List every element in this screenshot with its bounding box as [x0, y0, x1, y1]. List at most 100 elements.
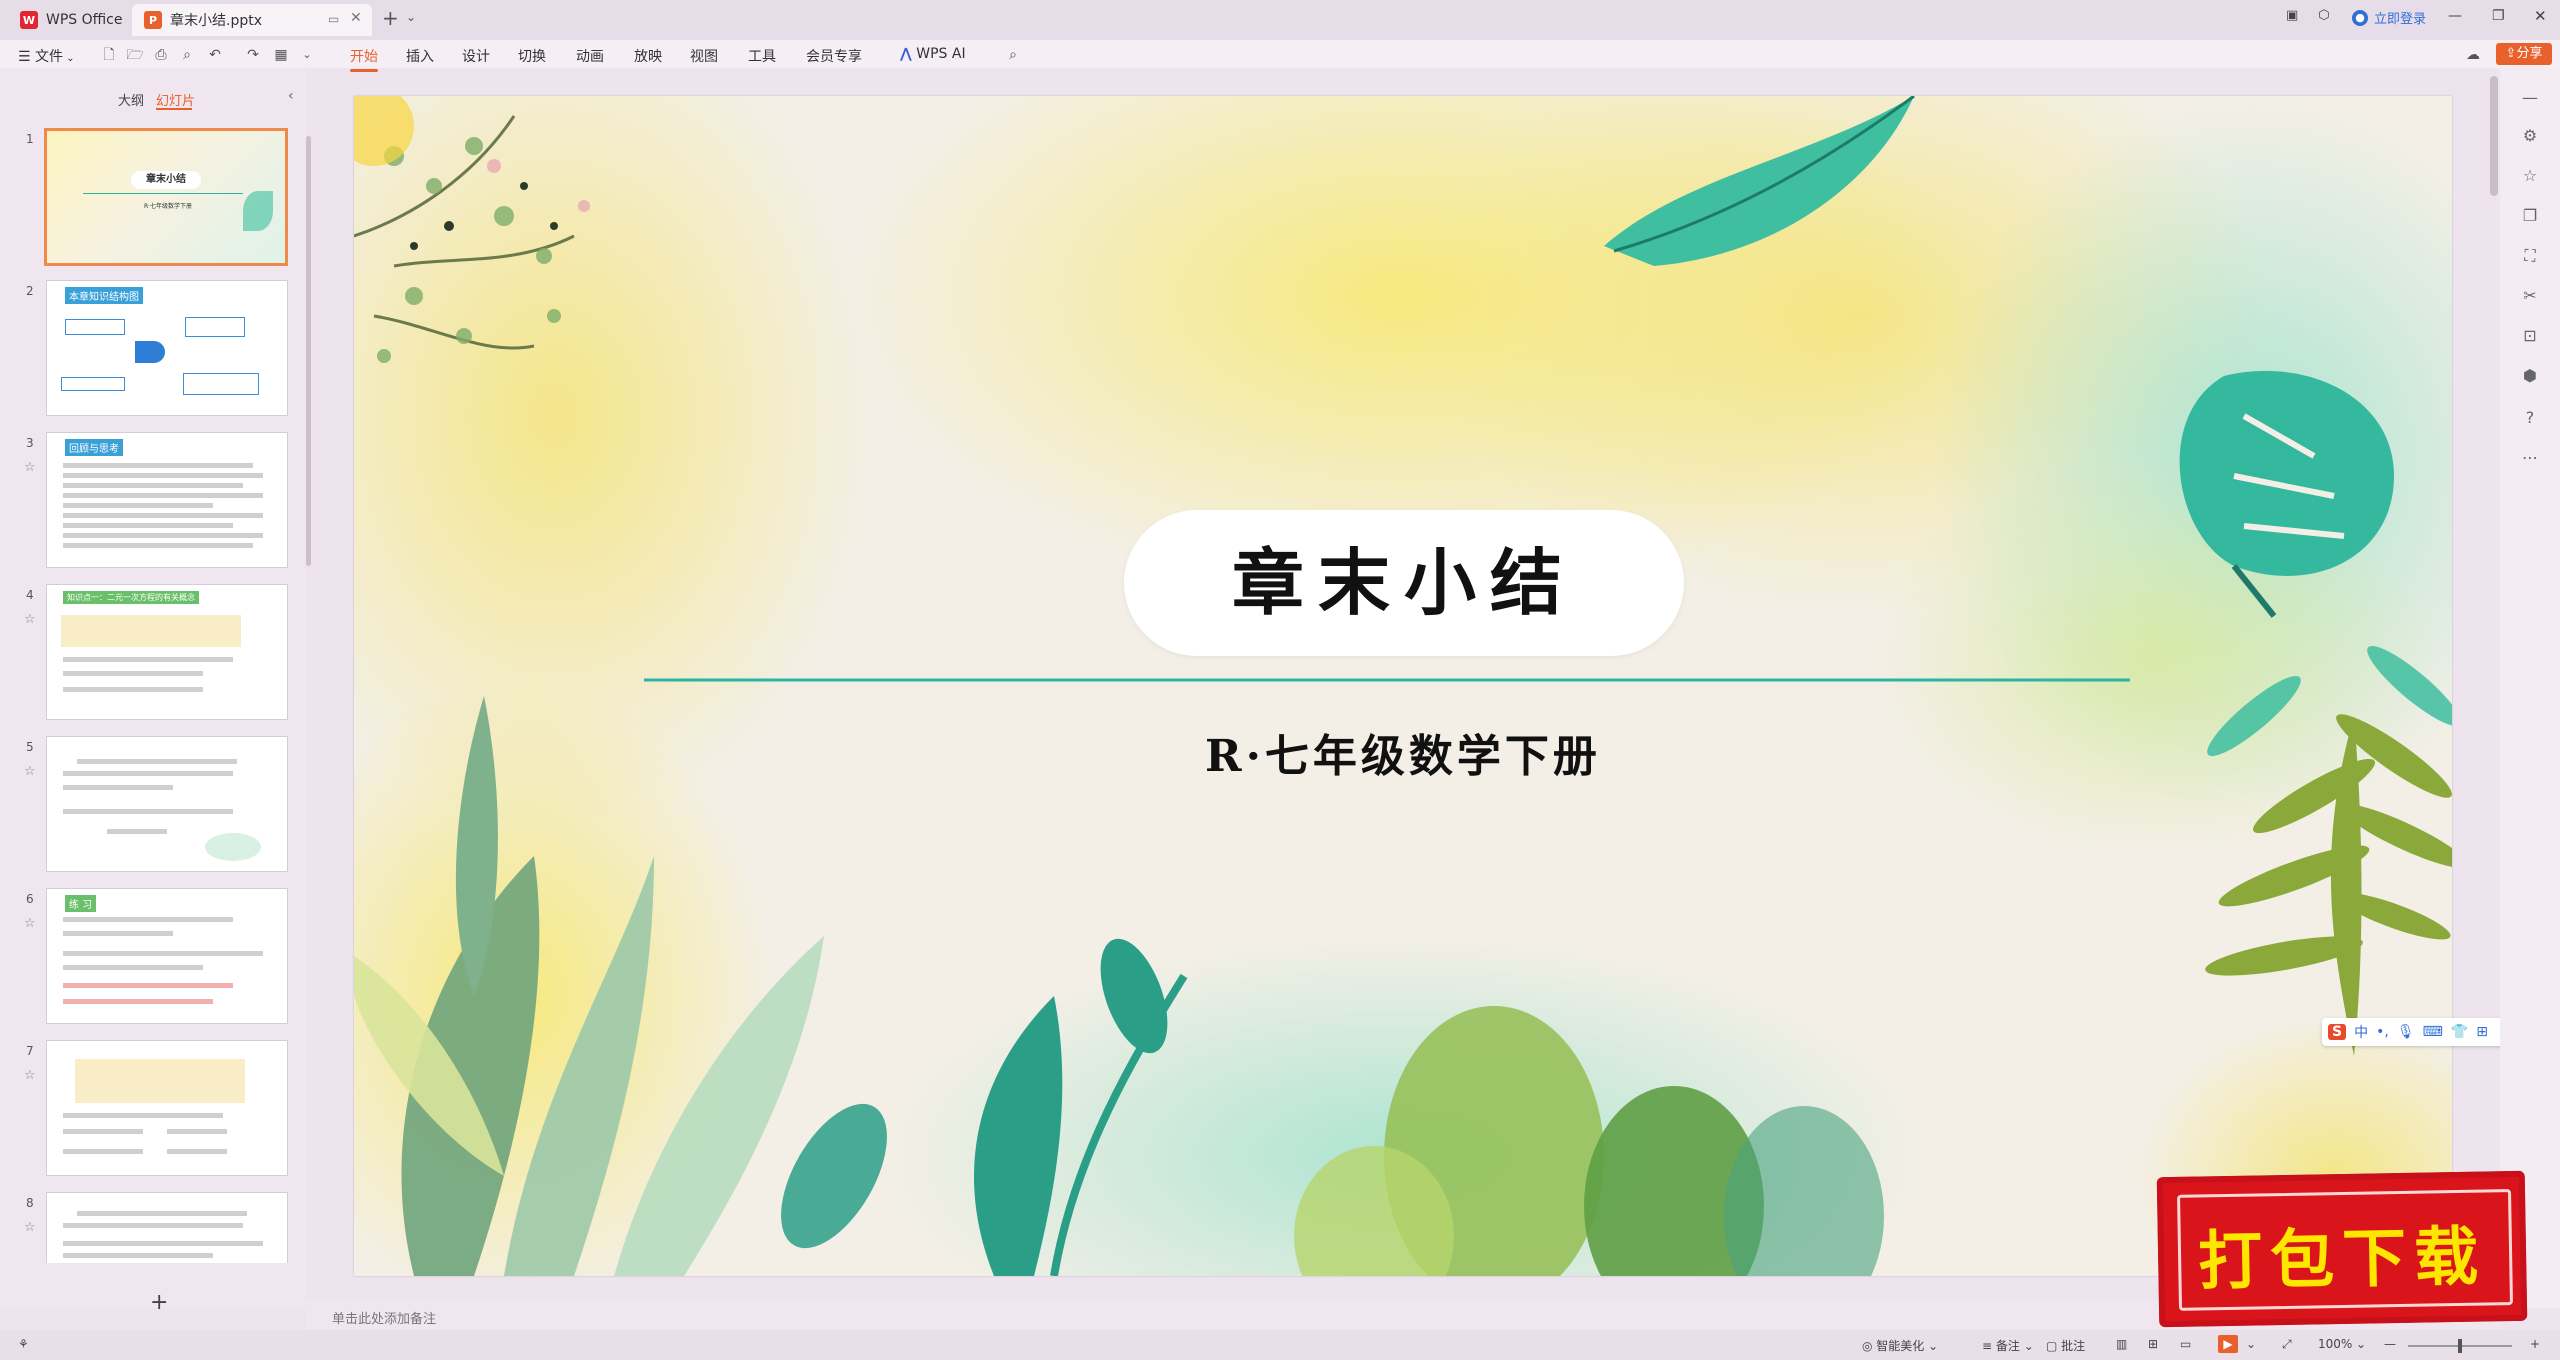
share-button[interactable]: ⇪分享 [2496, 43, 2552, 65]
print-preview-icon[interactable]: ⌕ [178, 46, 196, 64]
adjust-icon[interactable]: ⚙ [2520, 126, 2540, 146]
copy-icon[interactable]: ❐ [2520, 206, 2540, 226]
minimize-icon[interactable]: — [2448, 8, 2462, 24]
minimize-pane-icon[interactable]: — [2520, 88, 2540, 108]
zoom-level[interactable]: 100% [2318, 1337, 2352, 1351]
tools-icon[interactable]: ✂ [2520, 286, 2540, 306]
menu-transitions[interactable]: 切换 [518, 46, 546, 66]
star-icon[interactable]: ☆ [24, 916, 36, 931]
tab-label: 章末小结.pptx [170, 13, 262, 29]
tab-outline[interactable]: 大纲 [118, 90, 144, 109]
slide-thumbnail-5[interactable] [46, 736, 288, 872]
menu-animation[interactable]: 动画 [576, 46, 604, 66]
keyboard-icon[interactable]: ⌨ [2423, 1024, 2443, 1040]
menu-member[interactable]: 会员专享 [806, 46, 862, 66]
menu-design[interactable]: 设计 [462, 46, 490, 66]
slide-thumbnail-3[interactable]: 回顾与思考 [46, 432, 288, 568]
microphone-icon[interactable]: 🎙 [2397, 1024, 2415, 1040]
add-slide-button[interactable]: + [150, 1290, 168, 1315]
star-icon[interactable]: ☆ [24, 1068, 36, 1083]
panel-scrollbar[interactable] [306, 136, 311, 566]
menu-view[interactable]: 视图 [690, 46, 718, 66]
notes-toggle[interactable]: ≡ 备注 ⌄ [1982, 1337, 2034, 1354]
slide-subtitle[interactable]: R·七年级数学下册 [1103, 720, 1703, 784]
menu-slideshow[interactable]: 放映 [634, 46, 662, 66]
accessibility-icon[interactable]: ⚘ [18, 1337, 29, 1351]
redo-icon[interactable]: ↷ [244, 46, 262, 64]
text-line [77, 1211, 247, 1216]
punctuation-icon[interactable]: •, [2376, 1024, 2389, 1040]
more-icon[interactable]: ⋯ [2520, 448, 2540, 468]
zoom-dropdown-icon[interactable]: ⌄ [2356, 1337, 2366, 1351]
ime-language[interactable]: 中 [2354, 1022, 2368, 1042]
comments-toggle[interactable]: ▢ 批注 [2046, 1337, 2085, 1354]
menu-tools[interactable]: 工具 [748, 46, 776, 66]
play-slideshow-icon[interactable]: ▶ [2218, 1335, 2238, 1353]
image-edit-icon[interactable]: ⛶ [2520, 246, 2540, 266]
slide-thumbnail-8[interactable] [46, 1192, 288, 1263]
text-line [63, 951, 263, 956]
slide-title[interactable]: 章末小结 [1124, 510, 1684, 656]
star-icon[interactable]: ☆ [24, 460, 36, 475]
star-icon[interactable]: ☆ [24, 1220, 36, 1235]
fit-window-icon[interactable]: ⤢ [2282, 1337, 2292, 1352]
editor-scrollbar[interactable] [2490, 76, 2498, 196]
slide-canvas[interactable]: 章末小结 R·七年级数学下册 [354, 96, 2452, 1276]
text-line [63, 657, 233, 662]
ime-toolbar[interactable]: S 中 •, 🎙 ⌨ 👕 ⊞ [2322, 1018, 2528, 1046]
star-icon[interactable]: ☆ [2520, 166, 2540, 186]
tab-slides[interactable]: 幻灯片 [156, 90, 195, 109]
star-icon[interactable]: ☆ [24, 612, 36, 627]
cube-icon[interactable]: ⬡ [2318, 8, 2329, 23]
wps-ai-button[interactable]: ⋀ WPS AI [900, 46, 966, 62]
zoom-in-icon[interactable]: + [2530, 1337, 2540, 1351]
slide-thumbnail-7[interactable] [46, 1040, 288, 1176]
smart-beautify-button[interactable]: ◎ 智能美化 ⌄ [1862, 1337, 1938, 1354]
download-stamp[interactable]: 打包下载 [2156, 1170, 2528, 1328]
slide-thumbnail-4[interactable]: 知识点一：二元一次方程的有关概念 [46, 584, 288, 720]
slide-thumbnail-6[interactable]: 练 习 [46, 888, 288, 1024]
chevron-down-icon[interactable]: ⌄ [2246, 1337, 2256, 1351]
chevron-down-icon[interactable]: ⌄ [406, 10, 416, 24]
layout-icon[interactable]: ▣ [2286, 8, 2298, 23]
menu-insert[interactable]: 插入 [406, 46, 434, 66]
zoom-slider-handle[interactable] [2458, 1339, 2462, 1353]
reading-view-icon[interactable]: ▭ [2180, 1337, 2191, 1351]
grid-icon[interactable]: ⊞ [2476, 1024, 2488, 1040]
text-line [63, 533, 263, 538]
login-link[interactable]: 立即登录 [2374, 8, 2426, 27]
monitor-icon[interactable]: ▭ [328, 12, 339, 26]
help-icon[interactable]: ? [2520, 408, 2540, 428]
status-bar: ⚘ ◎ 智能美化 ⌄ ≡ 备注 ⌄ ▢ 批注 ▥ ⊞ ▭ ▶ ⌄ ⤢ 100% … [0, 1330, 2560, 1360]
slide-sorter-icon[interactable]: ⊞ [2148, 1337, 2158, 1351]
undo-icon[interactable]: ↶ [206, 46, 224, 64]
shirt-icon[interactable]: ⬢ [2520, 366, 2540, 386]
diagram-box [183, 373, 259, 395]
login-area[interactable]: ● 立即登录 [2352, 8, 2426, 27]
cloud-sync-icon[interactable]: ☁ [2464, 46, 2482, 64]
file-menu[interactable]: ☰ 文件 ⌄ [18, 46, 75, 66]
more-tools-chevron-icon[interactable]: ⌄ [298, 46, 316, 64]
print-icon[interactable]: ⎙ [152, 46, 170, 64]
callout-bubble [205, 833, 261, 861]
slide-thumbnail-2[interactable]: 本章知识结构图 [46, 280, 288, 416]
restore-icon[interactable]: ❐ [2492, 8, 2505, 24]
new-tab-icon[interactable]: + [382, 6, 399, 30]
star-icon[interactable]: ☆ [24, 764, 36, 779]
menu-home[interactable]: 开始 [350, 46, 378, 72]
collapse-panel-icon[interactable]: ‹ [288, 88, 294, 104]
normal-view-icon[interactable]: ▥ [2116, 1337, 2127, 1351]
shirt-icon[interactable]: 👕 [2451, 1024, 2468, 1040]
search-icon[interactable]: ⌕ [1004, 46, 1022, 64]
notes-placeholder[interactable]: 单击此处添加备注 [332, 1308, 436, 1327]
new-file-icon[interactable]: 🗋 [100, 46, 118, 64]
folder-open-icon[interactable]: 🗁 [126, 46, 144, 64]
zoom-out-icon[interactable]: — [2384, 1337, 2396, 1351]
slide-thumbnail-1[interactable]: 章末小结 R·七年级数学下册 [44, 128, 288, 266]
tab-document[interactable]: P 章末小结.pptx ▭ ✕ [132, 4, 372, 36]
book-icon[interactable]: ⊡ [2520, 326, 2540, 346]
close-tab-icon[interactable]: ✕ [350, 10, 362, 26]
format-painter-icon[interactable]: ▦ [272, 46, 290, 64]
close-window-icon[interactable]: ✕ [2534, 7, 2547, 25]
tab-wps-office[interactable]: W WPS Office [8, 4, 126, 36]
